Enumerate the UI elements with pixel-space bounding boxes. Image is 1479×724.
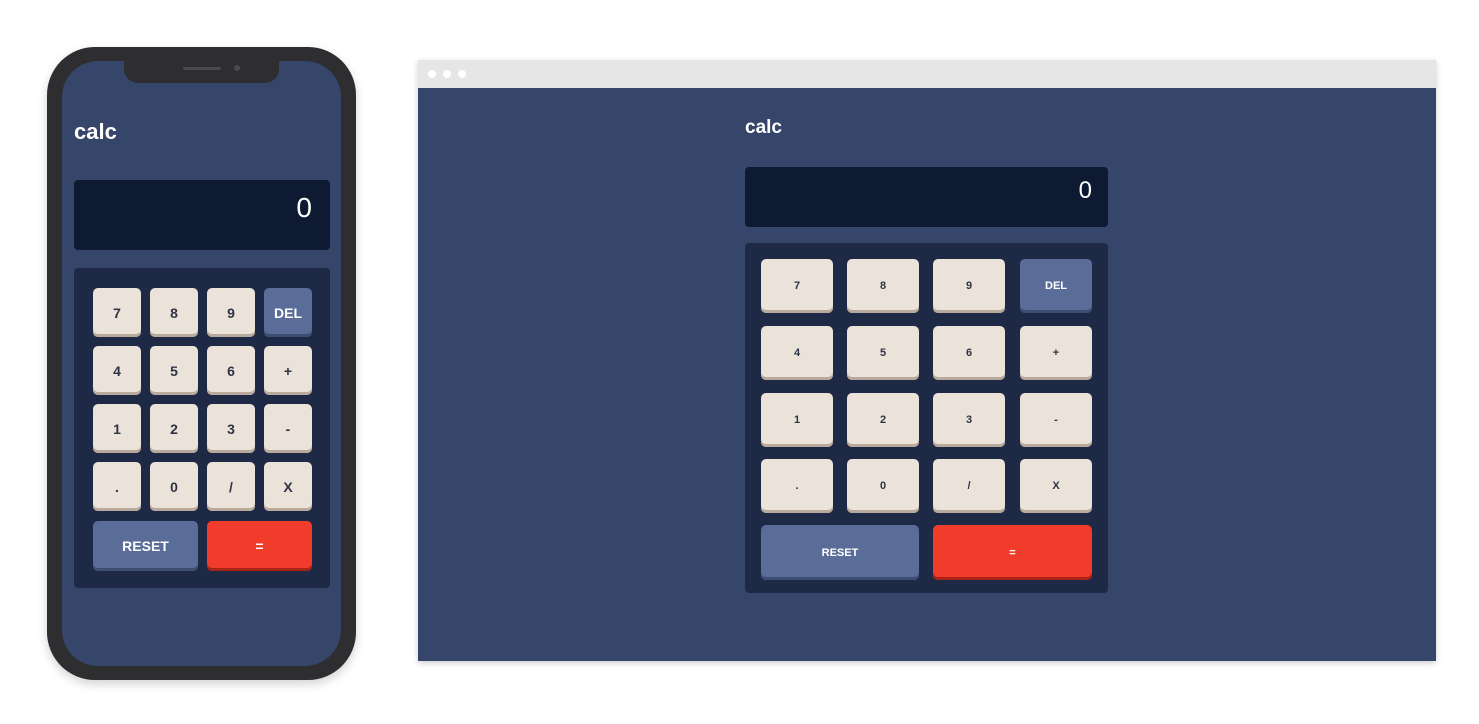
calculator-display: 0 — [745, 167, 1108, 227]
key-9[interactable]: 9 — [207, 288, 255, 337]
window-dot-icon[interactable] — [443, 70, 451, 78]
phone-notch — [124, 61, 279, 83]
key-plus[interactable]: + — [1020, 326, 1092, 380]
equals-button[interactable]: = — [933, 525, 1092, 580]
key-multiply[interactable]: X — [264, 462, 312, 511]
key-5[interactable]: 5 — [150, 346, 198, 395]
key-plus[interactable]: + — [264, 346, 312, 395]
app-title: calc — [74, 119, 117, 144]
key-0[interactable]: 0 — [150, 462, 198, 511]
key-3[interactable]: 3 — [933, 393, 1005, 447]
key-7[interactable]: 7 — [761, 259, 833, 313]
calculator-display: 0 — [74, 180, 330, 250]
key-2[interactable]: 2 — [847, 393, 919, 447]
app-title: calc — [745, 117, 782, 138]
keypad: 7 8 9 DEL 4 5 6 + 1 2 3 - . 0 / X RESET … — [745, 243, 1108, 593]
key-4[interactable]: 4 — [93, 346, 141, 395]
key-6[interactable]: 6 — [207, 346, 255, 395]
browser-title-bar — [418, 60, 1436, 88]
key-4[interactable]: 4 — [761, 326, 833, 380]
speaker-icon — [183, 67, 221, 70]
display-value: 0 — [1078, 177, 1092, 204]
reset-button[interactable]: RESET — [93, 521, 198, 571]
key-8[interactable]: 8 — [150, 288, 198, 337]
display-value: 0 — [296, 192, 312, 223]
key-0[interactable]: 0 — [847, 459, 919, 513]
key-multiply[interactable]: X — [1020, 459, 1092, 513]
window-dot-icon[interactable] — [428, 70, 436, 78]
delete-button[interactable]: DEL — [264, 288, 312, 337]
key-2[interactable]: 2 — [150, 404, 198, 453]
key-6[interactable]: 6 — [933, 326, 1005, 380]
key-decimal[interactable]: . — [93, 462, 141, 511]
delete-button[interactable]: DEL — [1020, 259, 1092, 313]
key-9[interactable]: 9 — [933, 259, 1005, 313]
reset-button[interactable]: RESET — [761, 525, 919, 580]
browser-mockup: calc 0 7 8 9 DEL 4 5 6 + 1 2 3 - . 0 / X… — [418, 60, 1436, 661]
key-divide[interactable]: / — [207, 462, 255, 511]
key-7[interactable]: 7 — [93, 288, 141, 337]
key-decimal[interactable]: . — [761, 459, 833, 513]
keypad: 7 8 9 DEL 4 5 6 + 1 2 3 - . 0 / X RESET … — [74, 268, 330, 588]
equals-button[interactable]: = — [207, 521, 312, 571]
key-8[interactable]: 8 — [847, 259, 919, 313]
key-divide[interactable]: / — [933, 459, 1005, 513]
window-dot-icon[interactable] — [458, 70, 466, 78]
key-minus[interactable]: - — [264, 404, 312, 453]
key-3[interactable]: 3 — [207, 404, 255, 453]
key-1[interactable]: 1 — [93, 404, 141, 453]
key-minus[interactable]: - — [1020, 393, 1092, 447]
phone-screen: calc 0 7 8 9 DEL 4 5 6 + 1 2 3 - . 0 / X — [62, 61, 341, 666]
camera-icon — [234, 65, 240, 71]
phone-mockup: calc 0 7 8 9 DEL 4 5 6 + 1 2 3 - . 0 / X — [47, 47, 356, 680]
key-1[interactable]: 1 — [761, 393, 833, 447]
key-5[interactable]: 5 — [847, 326, 919, 380]
